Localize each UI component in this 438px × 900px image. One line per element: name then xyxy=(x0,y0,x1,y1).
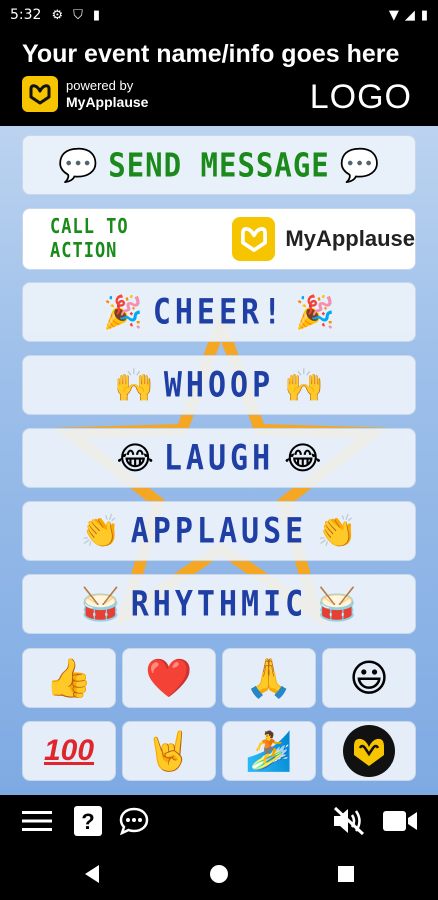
battery-icon: ▮ xyxy=(420,7,428,23)
reaction-panel: 💬 SEND MESSAGE 💬 CALL TO ACTION MyApplau… xyxy=(0,126,438,795)
rock-on-button[interactable]: 🤘 xyxy=(122,721,216,781)
laugh-label: LAUGH xyxy=(163,437,275,479)
wifi-icon: ▼ xyxy=(388,7,399,23)
praying-hands-icon: 🙏 xyxy=(245,655,293,700)
laughing-face-icon: 😂 xyxy=(284,439,322,477)
status-time: 5:32 xyxy=(10,7,42,23)
send-message-button[interactable]: 💬 SEND MESSAGE 💬 xyxy=(22,135,416,195)
raised-hands-icon: 🙌 xyxy=(284,366,324,404)
rhythmic-button[interactable]: 🥁 RHYTHMIC 🥁 xyxy=(22,574,416,634)
smiley-button[interactable]: 😃 xyxy=(322,648,416,708)
settings-icon: ⚙ xyxy=(51,7,64,23)
recents-button[interactable] xyxy=(335,863,357,885)
cheer-button[interactable]: 🎉 CHEER! 🎉 xyxy=(22,282,416,342)
event-title: Your event name/info goes here xyxy=(22,40,400,68)
back-triangle-icon xyxy=(85,865,99,883)
sound-toggle-button[interactable] xyxy=(330,805,366,837)
laughing-face-icon: 😂 xyxy=(116,439,154,477)
clapping-hands-icon: 👏 xyxy=(317,512,358,550)
smiley-icon: 😃 xyxy=(349,656,389,700)
send-message-label: SEND MESSAGE xyxy=(108,145,330,185)
drum-icon: 🥁 xyxy=(317,585,358,623)
raised-hands-icon: 🙌 xyxy=(114,366,154,404)
clapping-hands-icon: 👏 xyxy=(80,512,121,550)
myapplause-logo-icon xyxy=(22,76,58,112)
svg-text:?: ? xyxy=(81,809,94,834)
cta-brand-name: MyApplause xyxy=(285,226,415,251)
praying-hands-button[interactable]: 🙏 xyxy=(222,648,316,708)
hundred-points-icon: 100 xyxy=(43,734,95,767)
rock-on-hand-icon: 🤘 xyxy=(145,728,193,773)
event-header: Your event name/info goes here powered b… xyxy=(0,30,438,126)
video-camera-icon xyxy=(383,811,417,831)
whoop-label: WHOOP xyxy=(163,364,275,406)
heart-hands-logo-button[interactable] xyxy=(322,721,416,781)
powered-by-block: powered by MyApplause xyxy=(22,76,148,112)
sd-card-icon: ▮ xyxy=(92,7,101,23)
home-circle-icon xyxy=(210,865,228,883)
brand-name: MyApplause xyxy=(66,94,149,110)
powered-by-text: powered by xyxy=(66,78,134,93)
help-button[interactable]: ? xyxy=(73,805,103,837)
bottom-toolbar: ? xyxy=(0,795,438,847)
status-bar: 5:32 ⚙ ⛉ ▮ ▼ ◢ ▮ xyxy=(0,0,438,30)
menu-button[interactable] xyxy=(22,805,52,837)
system-navigation-bar xyxy=(0,847,438,900)
hamburger-menu-icon xyxy=(22,811,52,831)
heart-icon: ❤️ xyxy=(145,655,193,700)
hundred-button[interactable]: 100 xyxy=(22,721,116,781)
signal-icon: ◢ xyxy=(404,7,415,23)
applause-label: APPLAUSE xyxy=(130,510,308,552)
call-to-action-label: CALL TO ACTION xyxy=(50,215,129,263)
chat-bubble-icon xyxy=(119,807,149,835)
recents-square-icon xyxy=(338,866,354,882)
heart-button[interactable]: ❤️ xyxy=(122,648,216,708)
volume-muted-icon xyxy=(333,806,365,836)
rhythmic-label: RHYTHMIC xyxy=(130,583,308,625)
laugh-button[interactable]: 😂 LAUGH 😂 xyxy=(22,428,416,488)
drum-icon: 🥁 xyxy=(80,585,121,623)
surfer-button[interactable]: 🏄 xyxy=(222,721,316,781)
heart-hands-logo-icon xyxy=(343,725,395,777)
shield-icon: ⛉ xyxy=(73,7,83,23)
back-button[interactable] xyxy=(81,863,103,885)
home-button[interactable] xyxy=(208,863,230,885)
thumbs-up-icon: 👍 xyxy=(45,655,93,700)
party-popper-icon: 🎉 xyxy=(295,293,336,331)
speech-bubble-icon: 💬 xyxy=(58,146,99,184)
help-question-icon: ? xyxy=(74,806,102,836)
whoop-button[interactable]: 🙌 WHOOP 🙌 xyxy=(22,355,416,415)
chat-button[interactable] xyxy=(118,805,150,837)
cheer-label: CHEER! xyxy=(152,291,286,333)
applause-button[interactable]: 👏 APPLAUSE 👏 xyxy=(22,501,416,561)
event-logo: LOGO xyxy=(309,78,412,116)
surfer-icon: 🏄 xyxy=(245,728,293,773)
thumbs-up-button[interactable]: 👍 xyxy=(22,648,116,708)
speech-bubble-icon: 💬 xyxy=(339,146,380,184)
call-to-action-button[interactable]: CALL TO ACTION MyApplause xyxy=(22,208,416,270)
video-button[interactable] xyxy=(382,805,418,837)
myapplause-logo-icon xyxy=(231,217,276,261)
party-popper-icon: 🎉 xyxy=(102,293,143,331)
